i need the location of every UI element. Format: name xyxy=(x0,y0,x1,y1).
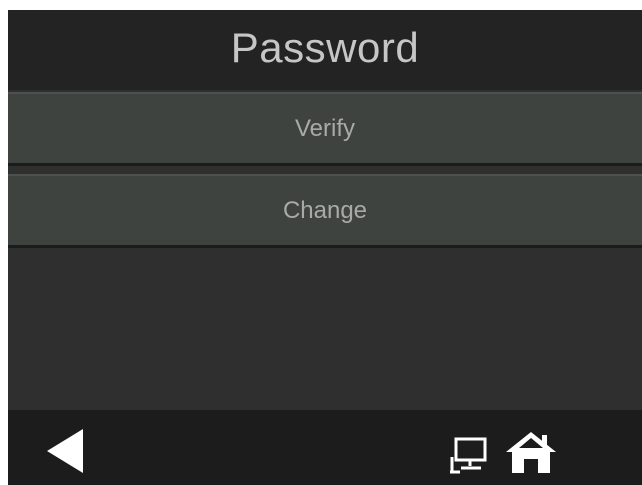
change-button[interactable]: Change xyxy=(8,174,642,248)
back-button[interactable] xyxy=(40,421,90,481)
network-icon xyxy=(450,437,487,474)
network-button[interactable] xyxy=(448,435,494,475)
title-bar: Password xyxy=(8,10,642,90)
bottom-navigation-bar xyxy=(8,410,642,485)
home-button[interactable] xyxy=(504,428,558,476)
device-screen: Password Verify Change xyxy=(8,10,642,485)
page-title: Password xyxy=(230,24,420,71)
home-icon xyxy=(506,432,556,473)
verify-button-label: Verify xyxy=(294,114,356,142)
change-button-label: Change xyxy=(282,196,368,224)
verify-button[interactable]: Verify xyxy=(8,92,642,166)
back-arrow-icon xyxy=(47,429,83,473)
